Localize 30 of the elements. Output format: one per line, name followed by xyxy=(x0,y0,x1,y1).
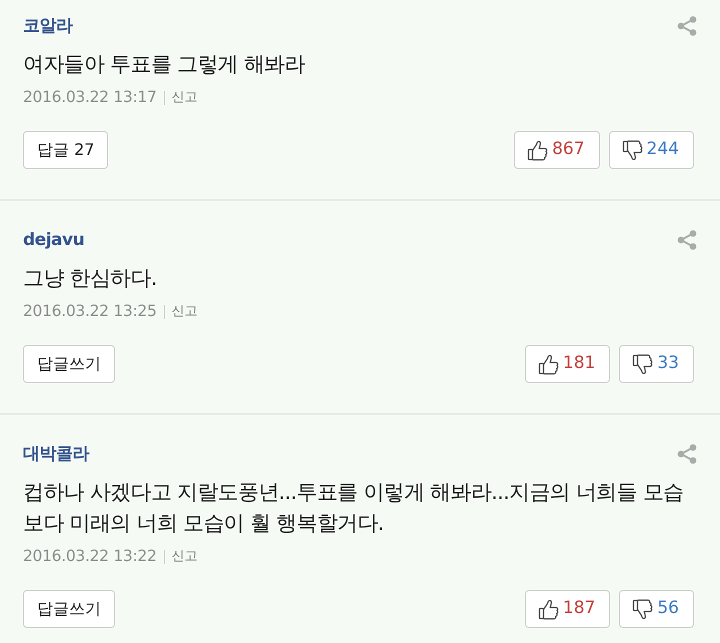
reply-button[interactable]: 답글쓰기 xyxy=(23,345,115,383)
comment-text: 컵하나 사겠다고 지랄도풍년...투표를 이렇게 해봐라...지금의 너희들 모습보다 미래의 너희 모습이 훨 행복할거다. xyxy=(23,479,684,537)
share-icon[interactable] xyxy=(677,230,697,250)
thumbs-down-icon xyxy=(622,140,643,160)
thumbs-down-icon xyxy=(632,598,654,620)
comment-date: 2016.03.22 13:22 xyxy=(23,546,157,568)
like-button[interactable]: 187 xyxy=(524,590,610,628)
author-name[interactable]: 대박콜라 xyxy=(23,441,89,467)
thumbs-up-icon xyxy=(538,598,559,620)
report-link[interactable]: 신고 xyxy=(172,302,198,322)
reply-button[interactable]: 답글쓰기 xyxy=(23,590,115,628)
like-button[interactable]: 181 xyxy=(524,345,610,383)
dislike-button[interactable]: 33 xyxy=(619,345,694,383)
author-name[interactable]: dejavu xyxy=(23,227,84,253)
share-icon[interactable] xyxy=(677,16,697,36)
dislike-button[interactable]: 56 xyxy=(619,590,694,628)
reply-button[interactable]: 답글 27 xyxy=(23,131,108,169)
report-link[interactable]: 신고 xyxy=(172,547,198,567)
author-name[interactable]: 코알라 xyxy=(23,13,72,39)
comment-text: 여자들아 투표를 그렇게 해봐라 xyxy=(23,51,306,78)
comment-text: 그냥 한심하다. xyxy=(23,265,158,292)
thumbs-up-icon xyxy=(527,140,548,160)
comment-date: 2016.03.22 13:17 xyxy=(23,87,157,108)
report-link[interactable]: 신고 xyxy=(172,88,198,108)
like-button[interactable]: 867 xyxy=(514,131,600,169)
dislike-button[interactable]: 244 xyxy=(608,131,694,169)
comment-date: 2016.03.22 13:25 xyxy=(23,301,157,322)
share-icon[interactable] xyxy=(677,444,697,464)
thumbs-up-icon xyxy=(538,354,559,374)
thumbs-down-icon xyxy=(632,354,654,374)
